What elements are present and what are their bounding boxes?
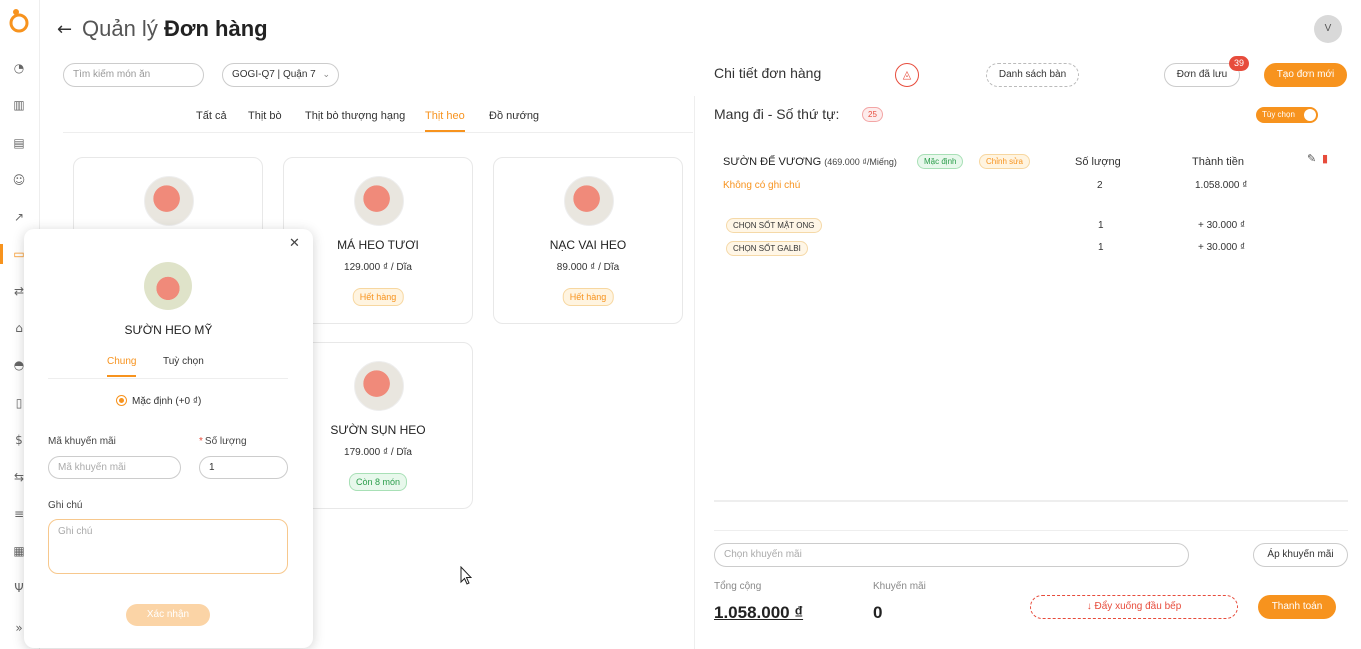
store-select[interactable]: GOGI-Q7 | Quận 7 ⌄ bbox=[222, 63, 339, 87]
category-tabs: Tất cả Thịt bò Thịt bò thượng hạng Thịt … bbox=[63, 104, 693, 133]
radio-dot bbox=[116, 395, 127, 406]
mouse-cursor-icon bbox=[460, 566, 472, 585]
option-qty: 1 bbox=[1098, 242, 1104, 253]
avatar[interactable]: V bbox=[1314, 15, 1342, 43]
required-mark: * bbox=[199, 436, 203, 447]
radio-label: Mặc định (+0 ₫) bbox=[132, 396, 202, 407]
tab-general[interactable]: Chung bbox=[107, 356, 137, 377]
promo-code-label: Mã khuyến mãi bbox=[48, 436, 116, 447]
product-image bbox=[564, 176, 614, 226]
face-icon[interactable]: ☺ bbox=[11, 172, 27, 188]
takeaway-label: Mang đi - Số thứ tự: bbox=[714, 106, 840, 122]
store-select-value: GOGI-Q7 | Quận 7 bbox=[232, 69, 316, 80]
option-tag: CHỌN SỐT GALBI bbox=[726, 241, 808, 256]
quantity-input[interactable]: 1 bbox=[199, 456, 288, 479]
order-number-badge: 25 bbox=[862, 107, 883, 122]
table-list-button[interactable]: Danh sách bàn bbox=[986, 63, 1079, 87]
brand-logo-icon[interactable] bbox=[8, 8, 30, 34]
saved-orders-button[interactable]: Đơn đã lưu bbox=[1164, 63, 1240, 87]
option-price: + 30.000 ₫ bbox=[1198, 242, 1246, 253]
product-card[interactable]: NẠC VAI HEO 89.000 ₫ / Dĩa Hết hàng bbox=[493, 157, 683, 324]
apply-promotion-button[interactable]: Áp khuyến mãi bbox=[1253, 543, 1348, 567]
total-value: 1.058.000 ₫ bbox=[714, 603, 804, 622]
quantity-label-text: Số lượng bbox=[204, 436, 247, 447]
item-note: Không có ghi chú bbox=[723, 180, 801, 191]
tab-premium-beef[interactable]: Thịt bò thượng hạng bbox=[305, 110, 405, 130]
tab-grill[interactable]: Đồ nướng bbox=[489, 110, 539, 130]
back-arrow-icon[interactable]: ← bbox=[57, 19, 72, 40]
note-label: Ghi chú bbox=[48, 500, 83, 511]
item-name: SƯỜN ĐẾ VƯƠNG (469.000 ₫/Miếng) bbox=[723, 156, 897, 168]
toggle-knob bbox=[1304, 109, 1316, 121]
product-price: 89.000 ₫ / Dĩa bbox=[556, 262, 620, 273]
search-input[interactable]: Tìm kiếm món ăn bbox=[63, 63, 204, 87]
active-indicator bbox=[0, 244, 3, 264]
send-to-kitchen-button[interactable]: ↓ Đẩy xuống đầu bếp bbox=[1030, 595, 1238, 619]
product-name: NẠC VAI HEO bbox=[549, 238, 627, 252]
chart-icon[interactable]: ▥ bbox=[11, 97, 27, 113]
note-textarea[interactable]: Ghi chú bbox=[48, 519, 288, 574]
promotion-select[interactable]: Chọn khuyến mãi bbox=[714, 543, 1189, 567]
order-items: SƯỜN ĐẾ VƯƠNG (469.000 ₫/Miếng) Mặc định… bbox=[714, 140, 1348, 502]
page-title-prefix: Quản lý bbox=[82, 16, 158, 41]
chevron-down-icon: ⌄ bbox=[322, 70, 330, 80]
tab-pork[interactable]: Thịt heo bbox=[425, 110, 465, 132]
trend-icon[interactable]: ↗ bbox=[11, 209, 27, 225]
order-detail-title: Chi tiết đơn hàng bbox=[714, 65, 822, 81]
modal-tabs: Chung Tuỳ chọn bbox=[48, 350, 288, 379]
product-image bbox=[354, 176, 404, 226]
dashboard-icon[interactable]: ◔ bbox=[11, 60, 27, 76]
stock-badge: Hết hàng bbox=[352, 288, 404, 306]
option-qty: 1 bbox=[1098, 220, 1104, 231]
item-unit-price: (469.000 ₫/Miếng) bbox=[824, 157, 897, 167]
pencil-icon[interactable]: ✎ bbox=[1307, 152, 1316, 165]
close-icon[interactable]: ✕ bbox=[289, 236, 300, 251]
modal-product-name: SƯỜN HEO MỸ bbox=[124, 323, 213, 337]
discount-label: Khuyến mãi bbox=[873, 581, 926, 592]
toggle-label: Tùy chọn bbox=[1262, 110, 1295, 119]
tab-beef[interactable]: Thịt bò bbox=[248, 110, 282, 130]
summary-divider bbox=[714, 530, 1348, 531]
down-arrow-icon: ↓ bbox=[1086, 601, 1092, 612]
tab-all[interactable]: Tất cả bbox=[196, 110, 227, 130]
tab-options[interactable]: Tuỳ chọn bbox=[163, 356, 204, 375]
product-image bbox=[354, 361, 404, 411]
checkout-button[interactable]: Thanh toán bbox=[1258, 595, 1336, 619]
option-price: + 30.000 ₫ bbox=[1198, 220, 1246, 231]
page-title-main: Đơn hàng bbox=[163, 16, 268, 41]
stock-badge: Hết hàng bbox=[562, 288, 614, 306]
default-tag: Mặc định bbox=[917, 154, 964, 169]
options-toggle[interactable]: Tùy chọn bbox=[1256, 107, 1318, 123]
panel-divider bbox=[694, 96, 695, 649]
store-icon[interactable]: ▤ bbox=[11, 135, 27, 151]
quantity-label: * Số lượng bbox=[199, 436, 247, 447]
trash-icon[interactable]: ▮ bbox=[1322, 152, 1328, 165]
item-name-text: SƯỜN ĐẾ VƯƠNG bbox=[723, 156, 822, 168]
saved-orders-count-badge: 39 bbox=[1229, 56, 1249, 71]
item-qty: 2 bbox=[1097, 180, 1103, 191]
promo-code-input[interactable]: Mã khuyến mãi bbox=[48, 456, 181, 479]
total-label: Tổng cộng bbox=[714, 581, 762, 592]
default-option-radio[interactable]: Mặc định (+0 ₫) bbox=[116, 395, 201, 407]
modal-product-image bbox=[144, 262, 192, 310]
item-total: 1.058.000 ₫ bbox=[1195, 180, 1248, 191]
stock-badge: Còn 8 món bbox=[348, 473, 408, 491]
send-to-kitchen-label: Đẩy xuống đầu bếp bbox=[1094, 601, 1182, 612]
product-option-modal: ✕ SƯỜN HEO MỸ Chung Tuỳ chọn Mặc định (+… bbox=[24, 229, 313, 648]
app-root: ◔ ▥ ▤ ☺ ↗ ▭ ⇄ ⌂ ◓ ▯ $ ⇆ ≡ ▦ Ψ » ← Quản l… bbox=[0, 0, 1361, 649]
edit-tag[interactable]: Chỉnh sửa bbox=[979, 154, 1030, 169]
col-total: Thành tiền bbox=[1192, 156, 1244, 168]
confirm-button[interactable]: Xác nhận bbox=[126, 604, 210, 626]
col-quantity: Số lượng bbox=[1075, 156, 1121, 168]
bell-icon[interactable]: ◬ bbox=[895, 63, 919, 87]
option-tag: CHỌN SỐT MẬT ONG bbox=[726, 218, 822, 233]
product-image bbox=[144, 176, 194, 226]
page-title: Quản lý Đơn hàng bbox=[82, 16, 268, 42]
new-order-button[interactable]: Tạo đơn mới bbox=[1264, 63, 1347, 87]
discount-value: 0 bbox=[873, 603, 883, 622]
